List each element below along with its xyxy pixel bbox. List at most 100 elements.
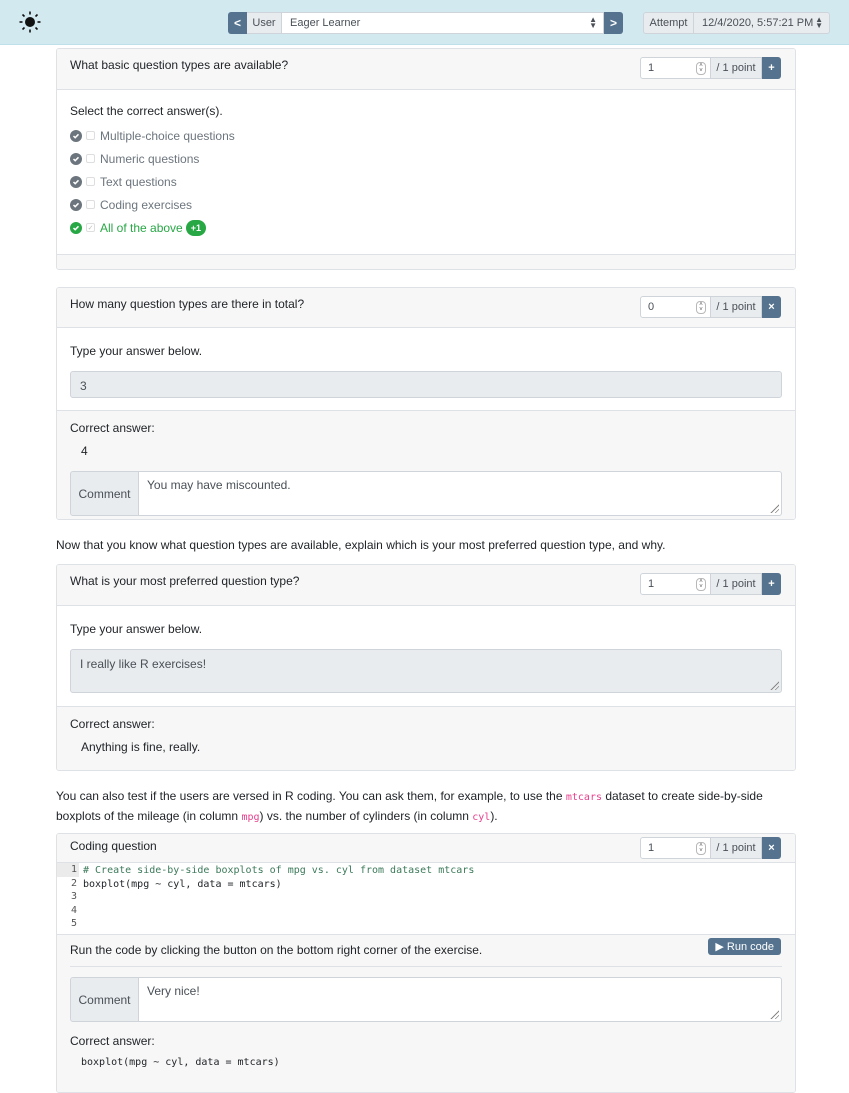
points-label: / 1 point [711, 573, 762, 595]
question-card-4: Coding question 1 ˄ ˅ / 1 point × 1 2 3 4… [56, 833, 796, 1093]
check-circle-icon [70, 152, 82, 165]
question-body: Type your answer below. I really like R … [57, 606, 795, 706]
choice-label: All of the above [100, 220, 183, 235]
spinner-icon[interactable]: ˄ ˅ [696, 301, 706, 314]
check-circle-icon [70, 198, 82, 211]
answer-textarea[interactable]: I really like R exercises! [70, 649, 782, 693]
comment-textarea[interactable]: Very nice! [139, 977, 782, 1022]
points-label: / 1 point [711, 296, 762, 318]
choice-option[interactable]: Coding exercises [70, 193, 782, 216]
select-caret-icon: ▲ ▼ [815, 15, 823, 30]
checkbox[interactable] [86, 154, 95, 163]
checkbox[interactable] [86, 177, 95, 186]
line-number: 4 [70, 904, 77, 916]
points-label: / 1 point [711, 57, 762, 79]
question-title: How many question types are there in tot… [70, 297, 305, 311]
resize-grip-icon[interactable] [769, 503, 779, 513]
run-row: Run the code by clicking the button on t… [57, 935, 795, 966]
add-point-button[interactable]: + [762, 57, 781, 79]
checkbox[interactable] [86, 131, 95, 140]
question-body: Type your answer below. 3 [57, 328, 795, 410]
question-header: How many question types are there in tot… [57, 288, 795, 328]
question-card-3: What is your most preferred question typ… [56, 564, 796, 771]
comment-label: Comment [70, 471, 139, 516]
checkbox[interactable] [86, 200, 95, 209]
correct-answer-title: Correct answer: [70, 717, 155, 731]
spinner-icon[interactable]: ˄ ˅ [696, 62, 706, 75]
attempt-label: Attempt [643, 12, 694, 34]
code-line[interactable] [83, 891, 474, 905]
points-group: 1 ˄ ˅ / 1 point × [640, 837, 781, 859]
line-number-gutter: 1 2 3 4 5 [57, 863, 79, 935]
points-value: 1 [648, 578, 655, 590]
check-circle-icon [70, 221, 82, 234]
points-value: 1 [648, 842, 655, 854]
correct-answer-code: boxplot(mpg ~ cyl, data = mtcars) [81, 1057, 280, 1068]
comment-group: Comment Very nice! [70, 977, 782, 1022]
remove-point-button[interactable]: × [762, 296, 781, 318]
run-instructions: Run the code by clicking the button on t… [70, 943, 483, 957]
correct-answer-section: Correct answer: 4 Comment You may have m… [57, 410, 795, 519]
points-input[interactable]: 1 ˄ ˅ [640, 837, 711, 859]
user-label: User [247, 12, 281, 34]
answer-field[interactable]: 3 [70, 371, 782, 398]
question-header: What basic question types are available?… [57, 49, 795, 90]
correct-answer-section: Correct answer: Anything is fine, really… [57, 706, 795, 770]
line-number: 2 [70, 877, 77, 889]
spinner-icon[interactable]: ˄ ˅ [696, 578, 706, 591]
code-editor[interactable]: 1 2 3 4 5 # Create side-by-side boxplots… [57, 863, 795, 935]
line-number: 3 [70, 891, 77, 903]
checkbox-checked[interactable]: ✓ [86, 223, 95, 232]
code-line[interactable] [83, 918, 474, 932]
code-line[interactable]: boxplot(mpg ~ cyl, data = mtcars) [83, 878, 474, 892]
code-line[interactable] [83, 905, 474, 919]
code-line[interactable]: # Create side-by-side boxplots of mpg vs… [83, 864, 474, 878]
spinner-icon[interactable]: ˄ ˅ [696, 842, 706, 855]
paragraph-text: ) vs. the number of cylinders (in column [259, 809, 473, 823]
correct-answer-title: Correct answer: [70, 421, 155, 435]
correct-answer-value: 4 [81, 444, 88, 458]
code-lines[interactable]: # Create side-by-side boxplots of mpg vs… [83, 864, 474, 932]
attempt-select[interactable]: 12/4/2020, 5:57:21 PM ▲ ▼ [693, 12, 830, 34]
choice-option[interactable]: Multiple-choice questions [70, 124, 782, 147]
check-circle-icon [70, 129, 82, 142]
comment-textarea[interactable]: You may have miscounted. [139, 471, 782, 516]
score-badge: +1 [185, 219, 206, 236]
choice-option[interactable]: Numeric questions [70, 147, 782, 170]
card-footer [57, 254, 795, 269]
sun-icon[interactable] [19, 11, 41, 33]
select-caret-icon: ▲ ▼ [589, 15, 597, 30]
choice-option-correct[interactable]: ✓ All of the above +1 [70, 216, 782, 239]
next-user-button[interactable]: > [604, 12, 623, 34]
question-title: What is your most preferred question typ… [70, 574, 300, 588]
question-card-1: What basic question types are available?… [56, 48, 796, 270]
choice-option[interactable]: Text questions [70, 170, 782, 193]
comment-text: You may have miscounted. [147, 478, 291, 492]
correct-answer-title: Correct answer: [70, 1034, 155, 1048]
previous-user-button[interactable]: < [228, 12, 247, 34]
question-card-2: How many question types are there in tot… [56, 287, 796, 520]
points-input[interactable]: 0 ˄ ˅ [640, 296, 711, 318]
question-title: Coding question [70, 839, 157, 853]
run-code-button[interactable]: ▶ Run code [708, 938, 781, 955]
add-point-button[interactable]: + [762, 573, 781, 595]
line-number: 1 [57, 863, 79, 877]
points-group: 1 ˄ ˅ / 1 point + [640, 57, 781, 79]
points-value: 1 [648, 62, 655, 74]
points-input[interactable]: 1 ˄ ˅ [640, 57, 711, 79]
paragraph-text: You can also test if the users are verse… [56, 789, 566, 803]
instruction-paragraph: Now that you know what question types ar… [56, 538, 666, 552]
points-input[interactable]: 1 ˄ ˅ [640, 573, 711, 595]
top-bar: < User Eager Learner ▲ ▼ > Attempt 12/4/2… [0, 0, 849, 45]
instructions: Type your answer below. [70, 622, 203, 636]
instructions: Select the correct answer(s). [70, 104, 223, 118]
question-header: What is your most preferred question typ… [57, 565, 795, 606]
inline-code: mtcars [565, 792, 602, 803]
user-select[interactable]: Eager Learner ▲ ▼ [281, 12, 604, 34]
resize-grip-icon[interactable] [769, 680, 779, 690]
points-value: 0 [648, 301, 655, 313]
resize-grip-icon[interactable] [769, 1009, 779, 1019]
question-body: Select the correct answer(s). Multiple-c… [57, 90, 795, 254]
choice-label: Text questions [100, 174, 177, 189]
remove-point-button[interactable]: × [762, 837, 781, 859]
